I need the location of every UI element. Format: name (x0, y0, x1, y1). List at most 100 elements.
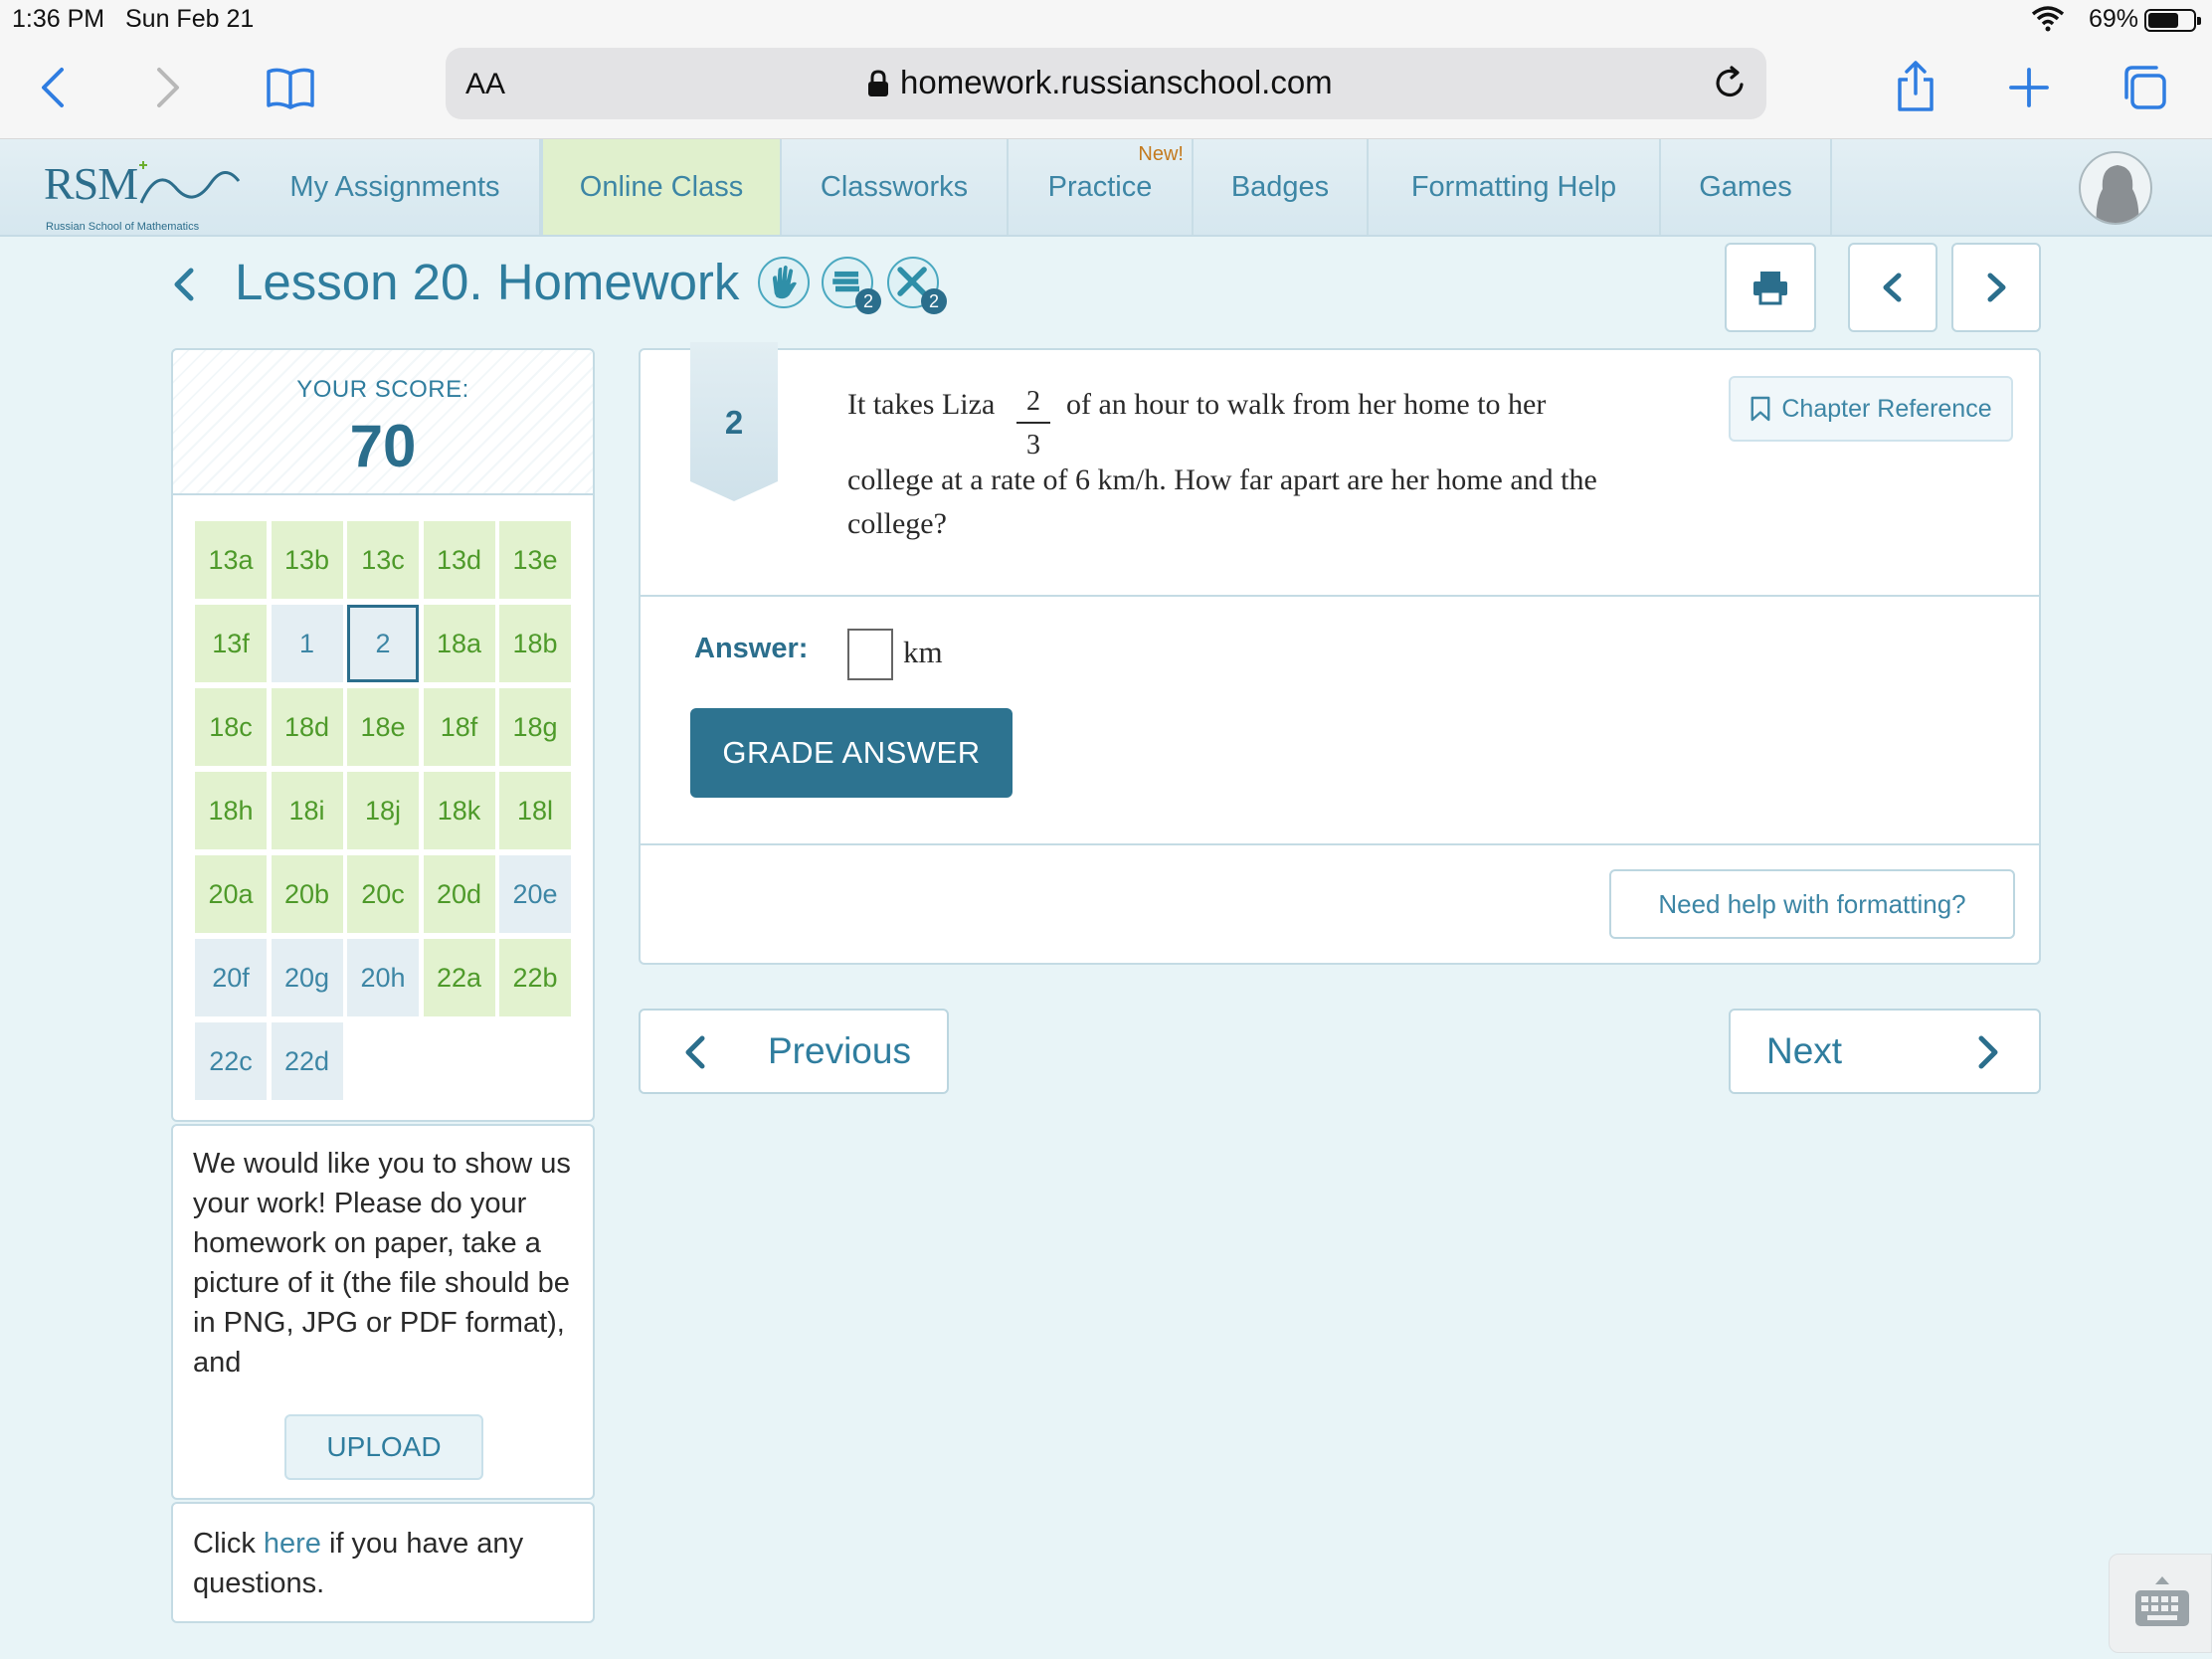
questions-panel: Click here if you have any questions. (171, 1502, 595, 1623)
problem-cell-13f[interactable]: 13f (195, 605, 267, 682)
text-size-button[interactable]: AA (465, 68, 505, 101)
nav-classworks[interactable]: Classworks (782, 139, 1009, 235)
card-divider (641, 843, 2039, 845)
grade-answer-button[interactable]: GRADE ANSWER (690, 708, 1013, 798)
problem-cell-20d[interactable]: 20d (423, 855, 495, 933)
card-divider (641, 595, 2039, 597)
next-problem-button[interactable] (1951, 243, 2041, 332)
problem-cell-20e[interactable]: 20e (499, 855, 571, 933)
status-time: 1:36 PM (12, 5, 105, 33)
problem-fraction: 2 3 (1016, 386, 1050, 461)
score-header: YOUR SCORE: 70 (173, 350, 593, 495)
problem-cell-18c[interactable]: 18c (195, 688, 267, 766)
browser-toolbar: AA homework.russianschool.com (0, 40, 2212, 139)
problem-cell-13b[interactable]: 13b (271, 521, 343, 599)
problem-cell-22a[interactable]: 22a (423, 939, 495, 1016)
page-title: Lesson 20. Homework (235, 254, 740, 310)
tools-badge-icon[interactable]: 2 (887, 257, 947, 314)
previous-button[interactable]: Previous (639, 1009, 949, 1094)
user-avatar[interactable] (2079, 151, 2152, 225)
problem-cell-13a[interactable]: 13a (195, 521, 267, 599)
nav-games[interactable]: Games (1661, 139, 1832, 235)
problem-cell-18d[interactable]: 18d (271, 688, 343, 766)
problem-cell-1[interactable]: 1 (271, 605, 343, 682)
problem-cell-20g[interactable]: 20g (271, 939, 343, 1016)
address-bar[interactable]: AA homework.russianschool.com (446, 48, 1766, 119)
score-label: YOUR SCORE: (296, 376, 469, 403)
problem-cell-20b[interactable]: 20b (271, 855, 343, 933)
chevron-left-icon (1883, 273, 1902, 302)
problem-cell-22b[interactable]: 22b (499, 939, 571, 1016)
next-label: Next (1766, 1030, 1843, 1071)
tabs-overview-icon[interactable] (2115, 58, 2174, 117)
problem-cell-13d[interactable]: 13d (423, 521, 495, 599)
prev-problem-button[interactable] (1848, 243, 1937, 332)
keyboard-icon (2135, 1576, 2189, 1626)
problem-cell-22c[interactable]: 22c (195, 1022, 267, 1100)
nav-badges[interactable]: Badges (1194, 139, 1369, 235)
problem-cell-18l[interactable]: 18l (499, 772, 571, 849)
problem-cell-20a[interactable]: 20a (195, 855, 267, 933)
next-button[interactable]: Next (1729, 1009, 2041, 1094)
problem-cell-18a[interactable]: 18a (423, 605, 495, 682)
logo-subtitle: Russian School of Mathematics (46, 221, 200, 233)
fraction-numerator: 2 (1026, 386, 1040, 417)
nav-formatting-help[interactable]: Formatting Help (1369, 139, 1661, 235)
questions-text: Click here if you have any questions. (193, 1524, 581, 1603)
problem-cell-18e[interactable]: 18e (347, 688, 419, 766)
nav-practice[interactable]: New! Practice (1009, 139, 1194, 235)
battery-percent: 69% (2088, 5, 2138, 33)
problem-text-start: It takes Liza (847, 388, 995, 422)
score-value: 70 (349, 413, 417, 479)
formatting-help-button[interactable]: Need help with formatting? (1609, 869, 2015, 939)
answer-input[interactable] (847, 629, 893, 680)
problem-cell-18g[interactable]: 18g (499, 688, 571, 766)
nav-online-class[interactable]: Online Class (541, 139, 782, 235)
problem-cell-18f[interactable]: 18f (423, 688, 495, 766)
print-button[interactable] (1725, 243, 1816, 332)
show-work-text: We would like you to show us your work! … (193, 1148, 571, 1379)
keyboard-toggle-button[interactable] (2109, 1554, 2212, 1653)
bookmark-icon (1751, 396, 1770, 422)
chevron-right-icon (1978, 1035, 1998, 1069)
problem-cell-20c[interactable]: 20c (347, 855, 419, 933)
chevron-left-icon (685, 1035, 705, 1069)
problem-cell-18i[interactable]: 18i (271, 772, 343, 849)
chapter-reference-button[interactable]: Chapter Reference (1729, 376, 2013, 442)
badge-count: 2 (921, 288, 947, 314)
reload-icon[interactable] (1711, 64, 1751, 103)
hand-badge-icon[interactable] (758, 257, 810, 308)
problem-cell-20f[interactable]: 20f (195, 939, 267, 1016)
back-arrow-icon[interactable] (24, 58, 84, 117)
rsm-logo[interactable]: RSM Russian School of Mathematics (44, 153, 243, 233)
new-tab-plus-icon[interactable] (1999, 58, 2059, 117)
problem-text-before: It takes Liza (847, 388, 996, 421)
avatar-silhouette-icon (2096, 165, 2139, 223)
problem-text-after: of an hour to walk from her home to her (1066, 388, 1547, 421)
forward-arrow-icon[interactable] (137, 58, 197, 117)
books-badge-icon[interactable]: 2 (822, 257, 881, 314)
nav-label: Classworks (820, 170, 969, 203)
lesson-back-chevron-icon[interactable] (169, 267, 199, 302)
problem-cell-18h[interactable]: 18h (195, 772, 267, 849)
problem-cell-13e[interactable]: 13e (499, 521, 571, 599)
questions-here-link[interactable]: here (264, 1528, 321, 1560)
share-icon[interactable] (1886, 58, 1945, 117)
url-text[interactable]: homework.russianschool.com (900, 64, 1333, 101)
status-bar: 1:36 PM Sun Feb 21 69% (0, 0, 2212, 40)
problem-cell-18j[interactable]: 18j (347, 772, 419, 849)
problem-cell-20h[interactable]: 20h (347, 939, 419, 1016)
bookmarks-book-icon[interactable] (261, 58, 320, 117)
fraction-denominator: 3 (1026, 430, 1040, 461)
problem-cell-2[interactable]: 2 (347, 605, 419, 682)
problem-text-line2: college at a rate of 6 km/h. How far apa… (847, 463, 1597, 496)
nav-my-assignments[interactable]: My Assignments (251, 139, 541, 235)
problem-cell-22d[interactable]: 22d (271, 1022, 343, 1100)
problem-cell-13c[interactable]: 13c (347, 521, 419, 599)
site-nav: RSM Russian School of Mathematics My Ass… (0, 139, 2212, 237)
problem-cell-18b[interactable]: 18b (499, 605, 571, 682)
questions-prefix: Click (193, 1528, 264, 1560)
problem-cell-18k[interactable]: 18k (423, 772, 495, 849)
upload-button[interactable]: UPLOAD (284, 1414, 483, 1480)
nav-label: Formatting Help (1410, 170, 1617, 203)
